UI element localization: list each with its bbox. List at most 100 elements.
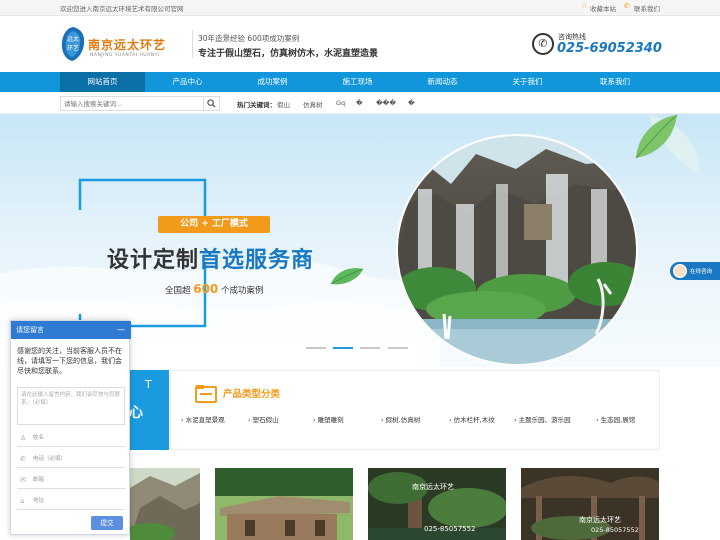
- chat-widget: 请您留言 — 感谢您的关注，当前客服人员不在线，请填写一下您的信息，我们会尽快和…: [10, 320, 131, 535]
- chat-name-field[interactable]: ♙ 姓名: [17, 430, 125, 447]
- thatched-hut-photo: [215, 468, 353, 540]
- banner-sub-number: 600: [193, 282, 219, 296]
- product-thumbnail[interactable]: 南京远太环艺 025-85057552: [368, 468, 506, 540]
- category-label: 仿木栏杆,木纹: [453, 416, 495, 424]
- bookmark-link[interactable]: 收藏本站: [590, 3, 616, 13]
- email-icon: ✉: [20, 476, 26, 484]
- chat-phone-field[interactable]: ✆ 电话（必填）: [17, 451, 125, 468]
- product-thumbnail[interactable]: [130, 468, 200, 540]
- nav-item-cases[interactable]: 成功案例: [230, 72, 315, 92]
- hotline-number: 025-69052340: [557, 41, 662, 56]
- chat-textarea-placeholder: 请在此输入留言内容，我们会尽快与您联系。（必填）: [21, 392, 121, 406]
- category-label: 假树,仿真树: [385, 416, 421, 424]
- nav-item-construction[interactable]: 施工现场: [315, 72, 400, 92]
- logo[interactable]: 远太 环艺 南京远太环艺 NANJING YUANTAI HUANYI: [60, 26, 190, 62]
- logo-name: 南京远太环艺: [88, 38, 167, 52]
- user-icon: ♙: [20, 434, 27, 442]
- chat-email-placeholder: 邮箱: [33, 477, 45, 483]
- banner-badge: 公司 + 工厂模式: [158, 216, 270, 233]
- chat-header[interactable]: 请您留言 —: [11, 321, 131, 339]
- product-thumbnail[interactable]: [215, 468, 353, 540]
- svg-text:环艺: 环艺: [67, 44, 79, 52]
- agent-avatar-icon: [673, 264, 687, 278]
- banner-headline-part2: 首选服务商: [199, 248, 315, 273]
- chat-submit-button[interactable]: 提交: [91, 516, 123, 530]
- slider-dot[interactable]: [360, 347, 380, 349]
- bookmark-icon: ☆: [581, 2, 588, 10]
- phone-icon: ✆: [20, 455, 26, 463]
- nav-item-contact[interactable]: 联系我们: [570, 72, 660, 92]
- slider-dot[interactable]: [388, 347, 408, 349]
- tagline-main: 专注于假山塑石，仿真树仿木，水泥直塑造景: [198, 49, 379, 59]
- search-button[interactable]: [203, 97, 219, 110]
- category-link[interactable]: › 仿木栏杆,木纹: [449, 414, 495, 424]
- chat-title: 请您留言: [16, 326, 44, 334]
- products-left-tab-text-2: 心: [129, 405, 143, 421]
- chat-name-placeholder: 姓名: [33, 435, 45, 441]
- product-thumbnail[interactable]: 南京远太环艺 025-85057552: [521, 468, 659, 540]
- hot-keyword[interactable]: 假山: [277, 99, 290, 109]
- search-input[interactable]: [64, 98, 199, 109]
- logo-pinyin: NANJING YUANTAI HUANYI: [90, 53, 160, 58]
- category-label: 生态园,展馆: [600, 416, 636, 424]
- category-link[interactable]: › 雕塑雕刻: [313, 414, 344, 424]
- contact-link[interactable]: 联系我们: [634, 3, 660, 13]
- products-left-tab-text-1: T: [145, 378, 152, 391]
- hot-keywords-label: 热门关键词：: [237, 101, 276, 109]
- category-link[interactable]: › 主题乐园、游乐园: [514, 414, 571, 424]
- chat-message-textarea[interactable]: 请在此输入留言内容，我们会尽快与您联系。（必填）: [17, 387, 125, 425]
- nav-item-about[interactable]: 关于我们: [485, 72, 570, 92]
- chat-email-field[interactable]: ✉ 邮箱: [17, 472, 125, 489]
- nav-item-home[interactable]: 网站首页: [60, 72, 145, 92]
- banner-sub-suffix: 个成功案例: [220, 286, 264, 296]
- side-consult-label: 在线咨询: [690, 269, 713, 275]
- header-divider: [192, 30, 193, 58]
- hot-keyword[interactable]: Gq: [336, 99, 345, 107]
- search-icon: [207, 99, 216, 108]
- products-title: 产品类型分类: [223, 389, 281, 400]
- logo-badge-icon: 远太 环艺: [61, 27, 85, 61]
- nav-item-products[interactable]: 产品中心: [145, 72, 230, 92]
- top-bar: 欢迎您进入南京远太环境艺术有限公司官网 ☆ 收藏本站 ✆ 联系我们: [0, 0, 720, 16]
- chat-phone-placeholder: 电话（必填）: [33, 456, 67, 462]
- category-label: 水泥直塑景观: [185, 416, 225, 424]
- tagline-top: 30年造景经验 600项成功案例: [198, 34, 300, 43]
- thumbnail-phone: 025-85057552: [424, 525, 476, 533]
- rockery-waterfall-photo: [396, 134, 638, 366]
- slider-dot-active[interactable]: [333, 347, 353, 349]
- hot-keyword[interactable]: ���: [376, 99, 396, 107]
- category-link[interactable]: › 水泥直塑景观: [181, 414, 225, 424]
- category-label: 雕塑雕刻: [317, 416, 344, 424]
- welcome-text: 欢迎您进入南京远太环境艺术有限公司官网: [60, 5, 184, 13]
- rockery-photo: [130, 468, 200, 540]
- search-row: 热门关键词： 假山 仿真树 Gq � ��� �: [0, 92, 720, 114]
- category-label: 主题乐园、游乐园: [518, 416, 571, 424]
- thumbnail-watermark: 南京远太环艺: [579, 516, 621, 524]
- products-left-tab: T 心: [125, 370, 169, 450]
- hot-keyword[interactable]: 仿真树: [303, 99, 323, 109]
- side-consult-button[interactable]: 在线咨询: [670, 262, 720, 280]
- site-header: 远太 环艺 南京远太环艺 NANJING YUANTAI HUANYI 30年造…: [0, 16, 720, 72]
- location-icon: ⌂: [20, 497, 25, 505]
- category-link[interactable]: › 假树,仿真树: [381, 414, 420, 424]
- chat-minimize-button[interactable]: —: [117, 321, 125, 339]
- leaf-icon: [330, 268, 364, 285]
- search-box: [60, 96, 220, 111]
- contact-icon: ✆: [624, 2, 630, 10]
- phone-icon: ✆: [532, 33, 554, 55]
- banner-subtitle: 全国超 600 个成功案例: [165, 282, 264, 296]
- hot-keyword[interactable]: �: [408, 99, 415, 107]
- category-link[interactable]: › 塑石假山: [248, 414, 279, 424]
- thumbnail-watermark: 南京远太环艺: [412, 483, 454, 491]
- category-label: 塑石假山: [252, 416, 279, 424]
- hot-keyword[interactable]: �: [356, 99, 363, 107]
- category-link[interactable]: › 生态园,展馆: [596, 414, 635, 424]
- banner-headline: 设计定制首选服务商: [107, 242, 314, 274]
- chat-address-field[interactable]: ⌂ 地址: [17, 493, 125, 510]
- banner-sub-prefix: 全国超: [165, 286, 191, 296]
- slider-dot[interactable]: [306, 347, 326, 349]
- nav-item-news[interactable]: 新闻动态: [400, 72, 485, 92]
- main-nav: 网站首页 产品中心 成功案例 施工现场 新闻动态 关于我们 联系我们: [0, 72, 720, 92]
- product-category-panel: 产品类型分类 › 水泥直塑景观 › 塑石假山 › 雕塑雕刻 › 假树,仿真树 ›…: [170, 370, 660, 450]
- chat-intro: 感谢您的关注，当前客服人员不在线，请填写一下您的信息，我们会尽快和您联系。: [17, 347, 122, 375]
